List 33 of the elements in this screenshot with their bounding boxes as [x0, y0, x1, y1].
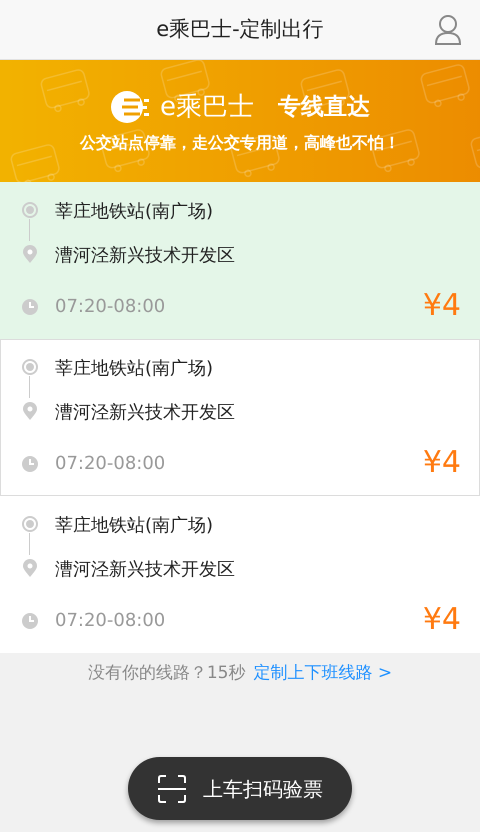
clock-icon	[21, 612, 39, 630]
user-icon[interactable]	[434, 14, 462, 46]
destination-stop: 漕河泾新兴技术开发区	[55, 402, 235, 424]
ticket-price: ¥4	[422, 605, 461, 635]
ticket-price: ¥4	[422, 291, 461, 321]
origin-icon	[21, 201, 39, 219]
location-pin-icon	[21, 558, 39, 578]
scan-icon	[157, 774, 187, 804]
banner-tagline: 公交站点停靠，走公交专用道，高峰也不怕！	[80, 132, 400, 154]
departure-time: 07:20-08:00	[55, 608, 166, 632]
page-title: e乘巴士-定制出行	[156, 16, 324, 43]
departure-time: 07:20-08:00	[55, 294, 166, 318]
origin-stop: 莘庄地铁站(南广场)	[55, 515, 214, 537]
location-pin-icon	[21, 400, 39, 421]
clock-icon	[21, 298, 39, 316]
clock-icon	[21, 454, 39, 473]
prompt-text: 没有你的线路？15秒	[88, 662, 246, 685]
origin-stop: 莘庄地铁站(南广场)	[55, 358, 214, 380]
location-pin-icon	[21, 244, 39, 264]
banner-slogan: 专线直达	[278, 92, 370, 122]
route-card[interactable]: 莘庄地铁站(南广场) 漕河泾新兴技术开发区 07:20-08:00 ¥4	[0, 182, 480, 339]
ticket-price: ¥4	[422, 448, 461, 478]
origin-icon	[21, 515, 39, 533]
scan-ticket-button[interactable]: 上车扫码验票	[128, 757, 352, 820]
origin-stop: 莘庄地铁站(南广场)	[55, 201, 214, 223]
destination-stop: 漕河泾新兴技术开发区	[55, 559, 235, 581]
destination-stop: 漕河泾新兴技术开发区	[55, 245, 235, 267]
logo-icon	[110, 90, 152, 124]
route-card[interactable]: 莘庄地铁站(南广场) 漕河泾新兴技术开发区 07:20-08:00 ¥4	[0, 496, 480, 653]
departure-time: 07:20-08:00	[55, 452, 166, 476]
brand-name: e乘巴士	[160, 90, 254, 124]
route-card[interactable]: 莘庄地铁站(南广场) 漕河泾新兴技术开发区 07:20-08:00 ¥4	[0, 339, 480, 496]
origin-icon	[21, 358, 39, 376]
